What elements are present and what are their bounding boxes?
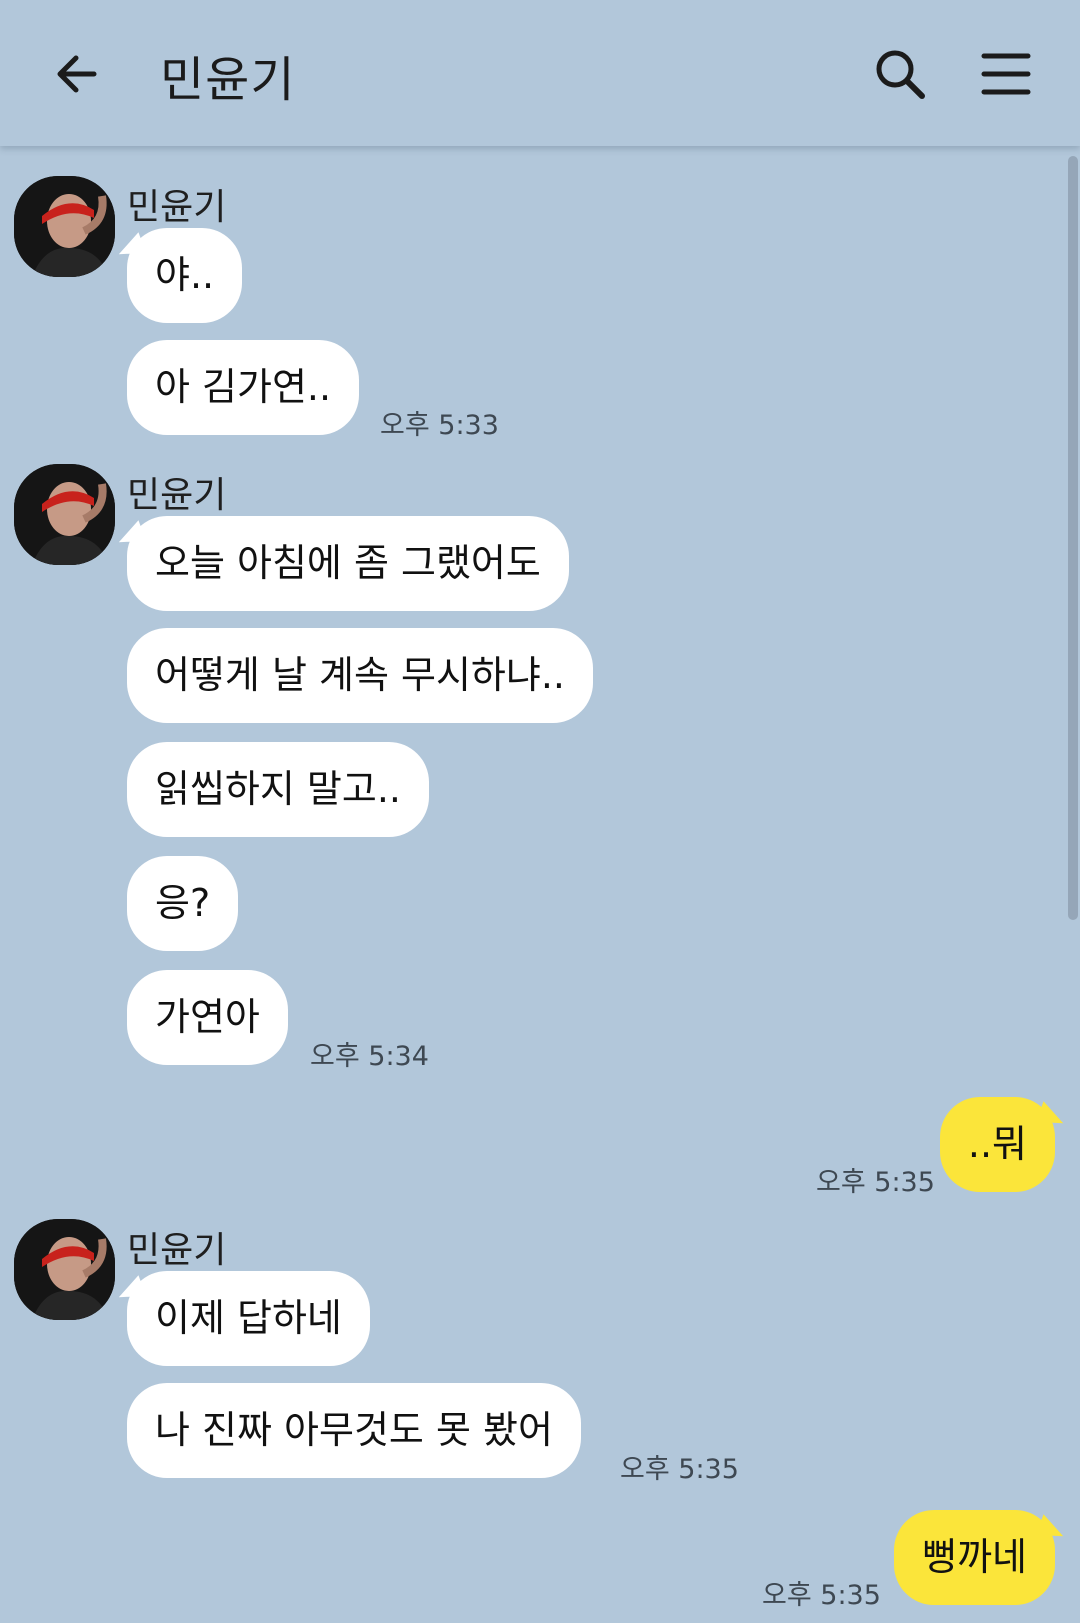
message-timestamp: 오후 5:35 [620, 1454, 739, 1485]
chat-title: 민윤기 [160, 52, 296, 108]
chat-header: 민윤기 [0, 0, 1080, 146]
message-timestamp: 오후 5:33 [380, 410, 499, 441]
message-timestamp: 오후 5:35 [816, 1167, 935, 1198]
avatar[interactable] [14, 464, 115, 565]
avatar[interactable] [14, 1219, 115, 1320]
message-bubble[interactable]: 오늘 아침에 좀 그랬어도 [127, 516, 569, 611]
back-button[interactable] [50, 46, 106, 102]
sender-name: 민윤기 [127, 187, 227, 228]
message-bubble[interactable]: 아 김가연.. [127, 340, 360, 435]
message-bubble[interactable]: 이제 답하네 [127, 1271, 370, 1366]
sender-name: 민윤기 [127, 1230, 227, 1271]
message-timestamp: 오후 5:35 [762, 1580, 881, 1611]
avatar[interactable] [14, 176, 115, 277]
search-icon [876, 50, 925, 99]
search-button[interactable] [872, 46, 928, 102]
message-bubble[interactable]: 읽씹하지 말고.. [127, 742, 429, 837]
message-bubble[interactable]: 가연아 [127, 970, 288, 1065]
arrow-left-icon [57, 55, 97, 93]
message-timestamp: 오후 5:34 [310, 1041, 429, 1072]
message-list-scrollbar[interactable] [1068, 156, 1078, 920]
message-bubble[interactable]: 어떻게 날 계속 무시하냐.. [127, 628, 593, 723]
profile-photo-icon [14, 176, 115, 277]
chat-screen: 민윤기 민윤기 야.. 아 김가연.. 오후 5:33 민윤기 오늘 아침에 좀… [0, 0, 1080, 1623]
message-bubble-outgoing[interactable]: ..뭐 [939, 1097, 1055, 1192]
message-bubble[interactable]: 나 진짜 아무것도 못 봤어 [127, 1383, 581, 1478]
menu-button[interactable] [978, 46, 1034, 102]
sender-name: 민윤기 [127, 475, 227, 516]
hamburger-menu-icon [981, 53, 1031, 95]
profile-photo-icon [14, 1219, 115, 1320]
message-bubble[interactable]: 응? [127, 856, 239, 951]
message-bubble-outgoing[interactable]: 뻥까네 [894, 1510, 1055, 1605]
message-bubble[interactable]: 야.. [127, 228, 243, 323]
profile-photo-icon [14, 464, 115, 565]
